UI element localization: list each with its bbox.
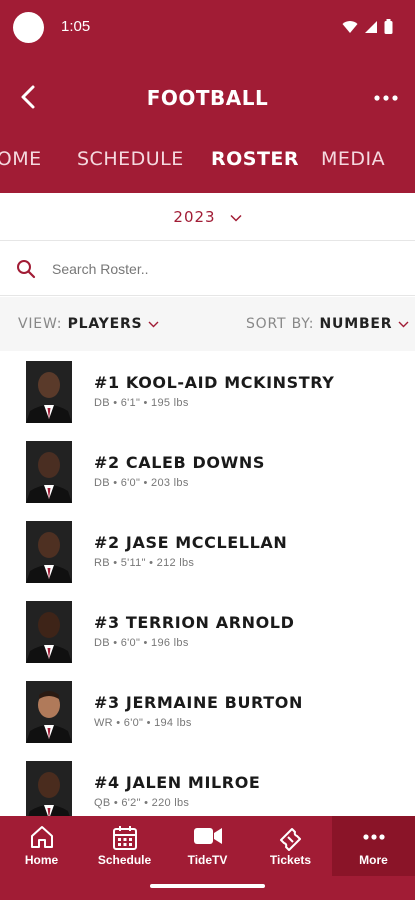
nav-more[interactable]: More: [332, 816, 415, 876]
chevron-down-icon: [398, 321, 409, 327]
roster-row[interactable]: #3 JERMAINE BURTON WR • 6'0" • 194 lbs: [0, 671, 415, 751]
player-name: #2 CALEB DOWNS: [94, 453, 265, 472]
player-name: #2 JASE MCCLELLAN: [94, 533, 288, 552]
battery-icon: [384, 19, 393, 34]
top-app-bar: FOOTBALL: [0, 70, 415, 126]
season-selector-row: 2023: [0, 193, 415, 241]
signal-icon: [365, 20, 377, 33]
player-photo: [26, 761, 72, 816]
player-photo: [26, 521, 72, 583]
tab-home[interactable]: HOME: [0, 148, 42, 170]
tab-schedule[interactable]: SCHEDULE: [77, 148, 184, 170]
player-details: WR • 6'0" • 194 lbs: [94, 717, 192, 729]
player-name: #3 TERRION ARNOLD: [94, 613, 295, 632]
tab-media[interactable]: MEDIA: [321, 148, 385, 170]
ticket-icon: [279, 828, 301, 851]
calendar-icon: [112, 826, 137, 850]
player-details: DB • 6'0" • 196 lbs: [94, 637, 189, 649]
nav-tidetv[interactable]: TideTV: [166, 816, 249, 876]
season-value: 2023: [173, 208, 216, 226]
sort-filter-label: SORT BY:: [246, 316, 315, 332]
player-details: DB • 6'0" • 203 lbs: [94, 477, 189, 489]
home-icon: [30, 826, 53, 848]
section-tabs: HOME SCHEDULE ROSTER MEDIA: [0, 136, 415, 186]
player-name: #3 JERMAINE BURTON: [94, 693, 303, 712]
player-photo: [26, 361, 72, 423]
player-photo: [26, 441, 72, 503]
chevron-down-icon: [148, 321, 159, 327]
nav-tidetv-label: TideTV: [187, 853, 228, 867]
view-filter-value: PLAYERS: [67, 316, 143, 332]
status-icons: [342, 19, 393, 34]
roster-row[interactable]: #3 TERRION ARNOLD DB • 6'0" • 196 lbs: [0, 591, 415, 671]
tab-roster[interactable]: ROSTER: [211, 148, 299, 170]
search-bar: [0, 242, 415, 296]
search-input[interactable]: [52, 252, 392, 286]
roster-list: #1 KOOL-AID MCKINSTRY DB • 6'1" • 195 lb…: [0, 351, 415, 816]
player-name: #1 KOOL-AID MCKINSTRY: [94, 373, 335, 392]
page-title: FOOTBALL: [146, 86, 269, 110]
wifi-icon: [342, 20, 358, 33]
roster-row[interactable]: #2 JASE MCCLELLAN RB • 5'11" • 212 lbs: [0, 511, 415, 591]
filter-bar: VIEW: PLAYERS SORT BY: NUMBER: [0, 297, 415, 351]
overflow-menu-icon[interactable]: [373, 86, 399, 110]
more-dots-icon: [362, 834, 385, 840]
player-name: #4 JALEN MILROE: [94, 773, 261, 792]
sort-filter[interactable]: SORT BY: NUMBER: [246, 316, 409, 332]
gesture-home-indicator[interactable]: [150, 884, 265, 888]
season-dropdown[interactable]: 2023: [0, 208, 415, 226]
view-filter[interactable]: VIEW: PLAYERS: [18, 316, 159, 332]
roster-row[interactable]: #2 CALEB DOWNS DB • 6'0" • 203 lbs: [0, 431, 415, 511]
status-time: 1:05: [61, 18, 91, 35]
camera-cutout: [13, 12, 44, 43]
player-photo: [26, 681, 72, 743]
nav-schedule[interactable]: Schedule: [83, 816, 166, 876]
nav-more-label: More: [359, 853, 388, 867]
player-details: QB • 6'2" • 220 lbs: [94, 797, 190, 809]
nav-schedule-label: Schedule: [97, 853, 152, 867]
nav-tickets[interactable]: Tickets: [249, 816, 332, 876]
nav-tickets-label: Tickets: [269, 853, 312, 867]
sort-filter-value: NUMBER: [319, 316, 393, 332]
video-camera-icon: [193, 828, 222, 844]
status-bar: 1:05: [0, 0, 415, 56]
player-photo: [26, 601, 72, 663]
chevron-down-icon: [230, 214, 242, 222]
app-header: 1:05 FOOTBALL HOME SCHEDULE ROSTER MEDIA: [0, 0, 415, 193]
view-filter-label: VIEW:: [18, 316, 63, 332]
roster-row[interactable]: #1 KOOL-AID MCKINSTRY DB • 6'1" • 195 lb…: [0, 351, 415, 431]
nav-home-label: Home: [24, 853, 59, 867]
roster-row[interactable]: #4 JALEN MILROE QB • 6'2" • 220 lbs: [0, 751, 415, 816]
player-details: RB • 5'11" • 212 lbs: [94, 557, 195, 569]
player-details: DB • 6'1" • 195 lbs: [94, 397, 189, 409]
search-icon: [17, 260, 36, 279]
nav-home[interactable]: Home: [0, 816, 83, 876]
